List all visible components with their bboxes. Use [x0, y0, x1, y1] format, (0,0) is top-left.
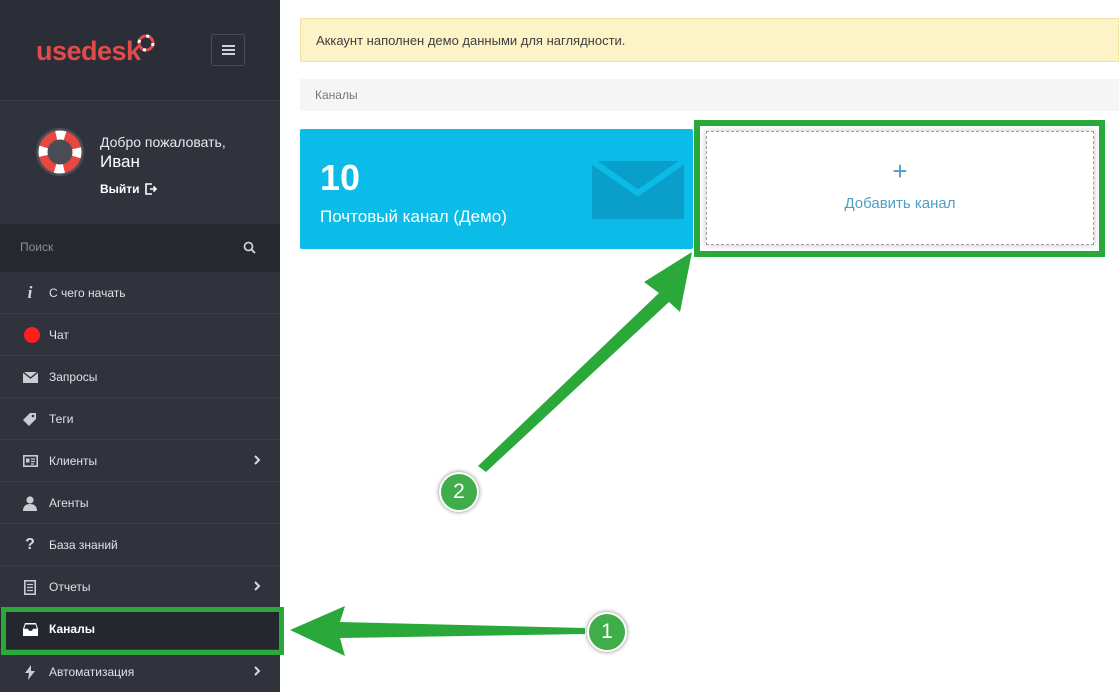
add-channel-label: Добавить канал: [844, 195, 956, 212]
sidebar-item-clients[interactable]: Клиенты: [0, 440, 280, 482]
logout-icon: [144, 183, 157, 195]
sidebar-item-knowledge-base[interactable]: ? База знаний: [0, 524, 280, 566]
annotation-badge-1: 1: [587, 612, 627, 652]
sidebar-item-agents[interactable]: Агенты: [0, 482, 280, 524]
search-bar[interactable]: Поиск: [0, 224, 280, 272]
user-name: Иван: [100, 152, 140, 171]
sidebar-item-requests[interactable]: Запросы: [0, 356, 280, 398]
channel-card-email[interactable]: 10 Почтовый канал (Демо): [300, 129, 693, 249]
bolt-icon: [22, 664, 38, 680]
user-panel: Добро пожаловать, Иван Выйти: [0, 102, 280, 224]
logout-link[interactable]: Выйти: [100, 182, 157, 196]
highlight-box-channels: [1, 607, 284, 655]
sidebar-item-label: База знаний: [49, 538, 118, 552]
arrow-to-add-channel: [478, 252, 692, 472]
user-icon: [22, 495, 38, 511]
sidebar-item-label: Чат: [49, 328, 69, 342]
sidebar-item-tags[interactable]: Теги: [0, 398, 280, 440]
notice-text: Аккаунт наполнен демо данными для нагляд…: [316, 33, 626, 48]
channel-label: Почтовый канал (Демо): [320, 207, 507, 226]
welcome-text: Добро пожаловать,: [100, 134, 226, 150]
logo[interactable]: usedesk: [36, 36, 141, 67]
brand-bar: usedesk: [0, 0, 280, 101]
document-icon: [22, 579, 38, 595]
chevron-right-icon: [252, 579, 264, 593]
sidebar-item-label: Агенты: [49, 496, 89, 510]
breadcrumb-current: Каналы: [315, 88, 358, 102]
avatar: [36, 128, 84, 176]
tag-icon: [22, 411, 38, 427]
demo-notice: Аккаунт наполнен демо данными для нагляд…: [300, 18, 1119, 62]
add-channel-button[interactable]: + Добавить канал: [706, 131, 1094, 245]
channel-count: 10: [320, 157, 361, 198]
search-input[interactable]: Поиск: [20, 240, 53, 254]
sidebar-item-label: Клиенты: [49, 454, 98, 468]
sidebar-item-label: Запросы: [49, 370, 98, 384]
annotation-badge-2: 2: [439, 472, 479, 512]
chevron-right-icon: [252, 453, 264, 467]
sidebar-item-label: Автоматизация: [49, 665, 135, 679]
sidebar-item-reports[interactable]: Отчеты: [0, 566, 280, 608]
status-dot-icon: [24, 327, 40, 343]
sidebar: usedesk Добро пожаловать, Иван Выйти Пои…: [0, 0, 280, 692]
sidebar-item-getting-started[interactable]: i С чего начать: [0, 272, 280, 314]
logout-label: Выйти: [100, 182, 140, 196]
sidebar-item-label: С чего начать: [49, 286, 126, 300]
sidebar-item-automation[interactable]: Автоматизация: [0, 651, 280, 692]
id-card-icon: [22, 453, 38, 469]
question-icon: ?: [25, 536, 35, 553]
envelope-icon: [592, 161, 684, 219]
arrow-to-channels: [290, 606, 585, 656]
menu-toggle-button[interactable]: [211, 34, 245, 66]
envelope-icon: [22, 369, 38, 385]
info-icon: i: [27, 283, 33, 302]
sidebar-item-chat[interactable]: Чат: [0, 314, 280, 356]
search-icon[interactable]: [242, 240, 258, 256]
plus-icon: +: [892, 156, 908, 186]
sidebar-item-label: Теги: [49, 412, 74, 426]
breadcrumb: Каналы: [300, 79, 1119, 111]
sidebar-item-label: Отчеты: [49, 580, 91, 594]
lifebuoy-logo-icon: [137, 34, 155, 52]
chevron-right-icon: [252, 664, 264, 678]
